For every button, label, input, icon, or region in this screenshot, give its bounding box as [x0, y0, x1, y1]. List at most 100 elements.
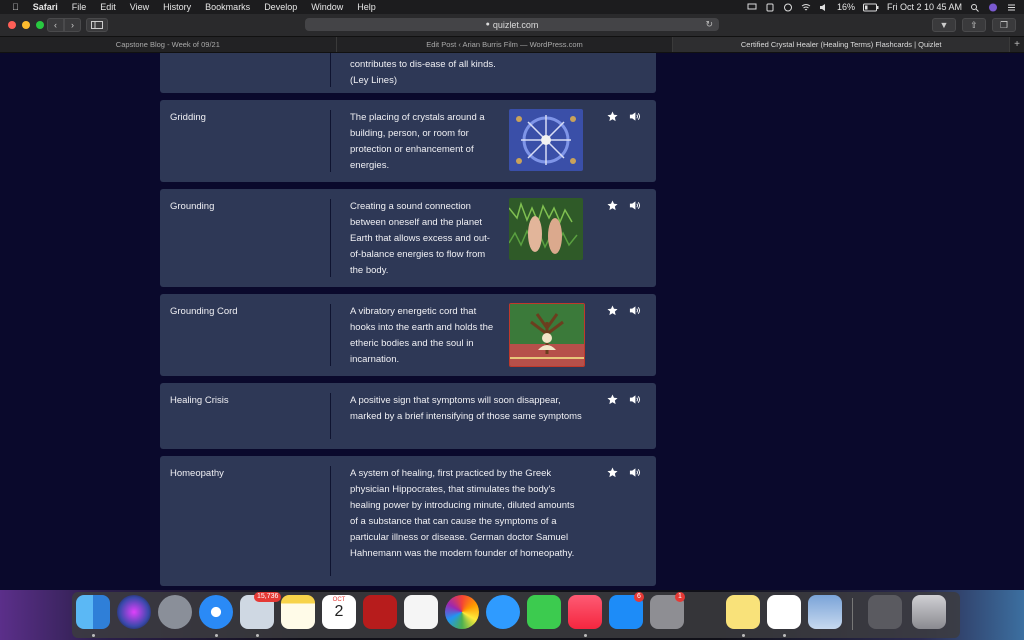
speaker-icon[interactable] [629, 111, 640, 122]
star-icon[interactable] [607, 305, 618, 316]
photo-booth-icon[interactable] [363, 595, 397, 629]
card-divider [330, 53, 331, 87]
system-preferences-icon[interactable]: 1 [650, 592, 685, 629]
url-text: quizlet.com [492, 19, 539, 30]
window-controls [8, 21, 44, 29]
new-tab-button[interactable]: + [1010, 37, 1024, 52]
finder-icon[interactable] [76, 595, 110, 629]
share-button[interactable]: ⇧ [962, 18, 986, 32]
reload-icon[interactable]: ↻ [705, 19, 713, 30]
mail-badge: 15,736 [254, 592, 282, 602]
nav-buttons: ‹ › [47, 18, 81, 32]
preview-icon[interactable] [808, 595, 842, 629]
star-icon[interactable] [607, 111, 618, 122]
card-definition: A vibratory energetic cord that hooks in… [350, 306, 494, 365]
calendar-day: 2 [334, 603, 344, 620]
system-preferences-badge: 1 [675, 592, 685, 602]
chevron-right-icon: › [71, 20, 74, 30]
minimize-window-button[interactable] [22, 21, 30, 29]
launchpad-icon[interactable] [158, 595, 192, 629]
running-indicator [215, 634, 218, 637]
card-image-feet-in-grass[interactable] [509, 198, 583, 260]
messages-icon[interactable] [486, 595, 520, 629]
notification-center-icon[interactable] [1006, 3, 1016, 12]
speaker-icon[interactable] [629, 394, 640, 405]
battery-icon[interactable] [862, 3, 879, 12]
star-icon[interactable] [607, 200, 618, 211]
download-icon: ▼ [939, 20, 949, 30]
card-definition: A positive sign that symptoms will soon … [350, 395, 582, 422]
running-indicator [742, 634, 745, 637]
downloads-stack-icon[interactable] [868, 595, 902, 629]
address-bar[interactable]: ● quizlet.com ↻ [305, 18, 719, 31]
speaker-icon[interactable] [629, 305, 640, 316]
tab-quizlet[interactable]: Certified Crystal Healer (Healing Terms)… [673, 37, 1011, 52]
sidebar-toggle-button[interactable] [86, 18, 108, 32]
safari-icon[interactable] [199, 595, 233, 629]
card-term: Grounding [170, 201, 215, 212]
running-indicator [256, 634, 259, 637]
menu-help[interactable]: Help [357, 2, 376, 12]
tab-overview-button[interactable]: ❐ [992, 18, 1016, 32]
term-card: Healing Crisis A positive sign that symp… [160, 383, 656, 449]
apple-menu-icon[interactable]:  [12, 2, 19, 12]
menu-app-name[interactable]: Safari [33, 2, 58, 12]
menu-history[interactable]: History [163, 2, 191, 12]
downloads-button[interactable]: ▼ [932, 18, 956, 32]
card-term: Grounding Cord [170, 306, 238, 317]
app-store-badge: 6 [634, 592, 644, 602]
calendar-icon[interactable]: OCT 2 [322, 595, 356, 629]
share-icon: ⇧ [970, 19, 978, 30]
lock-icon: ● [485, 21, 490, 28]
tab-capstone-blog[interactable]: Capstone Blog - Week of 09/21 [0, 37, 337, 52]
menu-window[interactable]: Window [311, 2, 343, 12]
user-avatar-icon[interactable] [988, 3, 998, 12]
siri-icon[interactable] [117, 595, 151, 629]
forward-button[interactable]: › [64, 18, 81, 32]
term-card: Grounding Creating a sound connection be… [160, 189, 656, 287]
menu-develop[interactable]: Develop [264, 2, 297, 12]
tab-edit-post[interactable]: Edit Post ‹ Arian Burris Film — WordPres… [337, 37, 674, 52]
timemachine-icon[interactable] [783, 3, 793, 12]
card-divider [330, 466, 331, 576]
screen-mirror-icon[interactable] [765, 3, 775, 12]
mail-icon[interactable]: 15,736 [240, 592, 282, 629]
card-term: Homeopathy [170, 468, 224, 479]
card-divider [330, 110, 331, 172]
page-content: contributes to dis-ease of all kinds. (L… [0, 53, 1024, 590]
airplay-icon[interactable] [747, 3, 757, 12]
card-image-crystal-grid[interactable] [509, 109, 583, 171]
music-icon[interactable] [568, 595, 602, 629]
back-button[interactable]: ‹ [47, 18, 64, 32]
card-definition: contributes to dis-ease of all kinds. (L… [350, 59, 496, 86]
battery-percent: 16% [836, 2, 855, 12]
card-divider [330, 199, 331, 277]
card-image-meditating-tree[interactable] [509, 303, 585, 367]
menu-bar:  Safari File Edit View History Bookmark… [0, 0, 1024, 14]
menu-file[interactable]: File [72, 2, 87, 12]
menu-clock[interactable]: Fri Oct 2 10 45 AM [887, 2, 962, 12]
menu-view[interactable]: View [130, 2, 149, 12]
stickies-icon[interactable] [726, 595, 760, 629]
video-player-icon[interactable] [767, 595, 801, 629]
trash-icon[interactable] [912, 595, 946, 629]
volume-icon[interactable] [819, 3, 829, 12]
facetime-icon[interactable] [527, 595, 561, 629]
card-term: Healing Crisis [170, 395, 229, 406]
wifi-icon[interactable] [801, 3, 811, 12]
notes-icon[interactable] [281, 595, 315, 629]
speaker-icon[interactable] [629, 200, 640, 211]
zoom-window-button[interactable] [36, 21, 44, 29]
menu-bookmarks[interactable]: Bookmarks [205, 2, 250, 12]
speaker-icon[interactable] [629, 467, 640, 478]
reminders-icon[interactable] [404, 595, 438, 629]
app-store-icon[interactable]: 6 [609, 592, 644, 629]
card-definition: The placing of crystals around a buildin… [350, 112, 485, 171]
menu-edit[interactable]: Edit [100, 2, 116, 12]
photos-icon[interactable] [445, 595, 479, 629]
spotlight-icon[interactable] [970, 3, 980, 12]
star-icon[interactable] [607, 467, 618, 478]
close-window-button[interactable] [8, 21, 16, 29]
star-icon[interactable] [607, 394, 618, 405]
dock: 15,736 OCT 2 6 1 [72, 592, 960, 638]
